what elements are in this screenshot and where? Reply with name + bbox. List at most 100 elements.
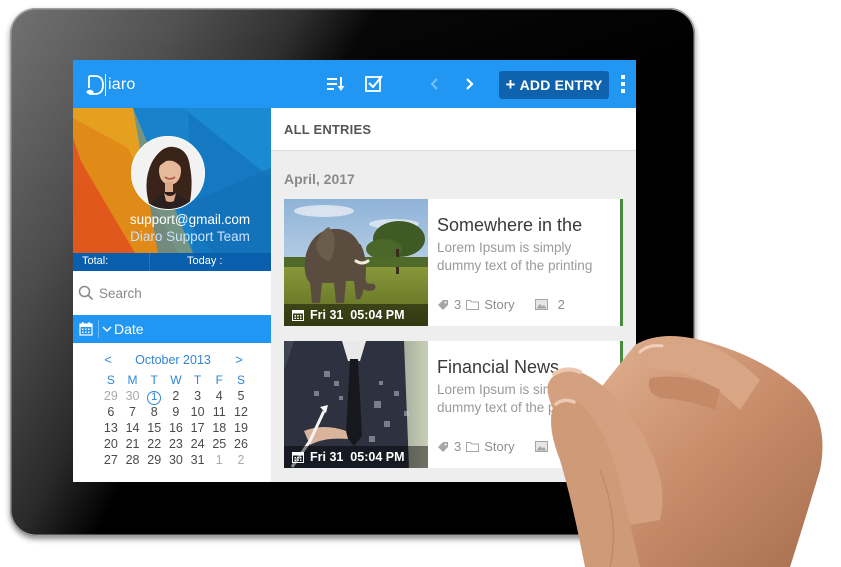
user-avatar[interactable] [131, 136, 205, 210]
plus-icon: + [505, 75, 516, 94]
entry-description-line: Lorem Ipsum is simply [437, 240, 572, 255]
calendar-day[interactable]: 6 [100, 404, 122, 420]
date-filter-label: Date [114, 321, 144, 337]
total-label: Total: [82, 255, 109, 267]
search-input[interactable]: Search [73, 271, 271, 315]
calendar-day[interactable]: 11 [208, 404, 230, 420]
calendar-widget: < October 2013 > S M T W T F S 29 30 1 2 3 4 5 6 7 8 9 10 1… [73, 343, 271, 482]
date-filter-toggle[interactable]: Date [73, 315, 271, 343]
entry-meta: 3 Story 2 [437, 439, 565, 454]
calendar-day[interactable]: 5 [230, 388, 252, 404]
app-logo[interactable]: iaro [85, 72, 135, 98]
calendar-day[interactable]: 16 [165, 420, 187, 436]
entry-description: Lorem Ipsum is simply dummy text of the … [437, 239, 622, 275]
calendar-day[interactable]: 29 [100, 388, 122, 404]
calendar-day[interactable]: 24 [187, 436, 209, 452]
calendar-day[interactable]: 18 [208, 420, 230, 436]
more-vertical-icon-dot [621, 75, 625, 79]
calendar-week-row: 20 21 22 23 24 25 26 [100, 436, 260, 452]
calendar-next-month-button[interactable]: > [232, 352, 246, 367]
stats-divider [149, 253, 150, 271]
more-vertical-icon-dot [621, 82, 625, 86]
calendar-weekday-label: M [127, 373, 138, 387]
profile-header: support@gmail.com Diaro Support Team [73, 108, 271, 253]
multi-select-button[interactable] [363, 73, 385, 95]
calendar-day[interactable]: 21 [122, 436, 144, 452]
entry-card[interactable]: Fri 31 05:04 PM Somewhere in the Lorem I… [284, 199, 623, 326]
entry-folder: Story [484, 297, 515, 312]
calendar-day-today[interactable]: 1 [143, 388, 165, 405]
chevron-right-icon [466, 78, 474, 90]
calendar-day[interactable]: 10 [187, 404, 209, 420]
calendar-day[interactable]: 30 [122, 388, 144, 404]
calendar-day[interactable]: 3 [187, 388, 209, 404]
tag-icon [438, 299, 448, 310]
checkbox-icon [365, 75, 383, 92]
entry-image: Fri 31 05:04 PM [284, 199, 428, 326]
calendar-day[interactable]: 14 [122, 420, 144, 436]
calendar-day[interactable]: 4 [208, 388, 230, 404]
photo-icon [534, 441, 548, 452]
today-label: Today : [187, 255, 223, 267]
calendar-day[interactable]: 28 [122, 452, 144, 468]
calendar-week-row: 13 14 15 16 17 18 19 [100, 420, 260, 436]
calendar-prev-month-button[interactable]: < [101, 352, 115, 367]
entry-date-overlay: Fri 31 05:04 PM [284, 304, 428, 326]
calendar-day[interactable]: 25 [208, 436, 230, 452]
entry-description: Lorem Ipsum is simply dummy text of the … [437, 381, 622, 417]
sort-icon [327, 77, 345, 91]
entry-date-overlay: Fri 31 05:04 PM [284, 446, 428, 468]
calendar-day[interactable]: 8 [143, 404, 165, 420]
calendar-day[interactable]: 7 [122, 404, 144, 420]
calendar-weekday-label: F [215, 373, 223, 387]
calendar-day[interactable]: 20 [100, 436, 122, 452]
sort-button[interactable] [325, 73, 347, 95]
user-team-name: Diaro Support Team [130, 229, 250, 244]
add-entry-button[interactable]: + ADD ENTRY [499, 71, 609, 99]
next-button[interactable] [459, 73, 481, 95]
calendar-day[interactable]: 9 [165, 404, 187, 420]
calendar-weekday-label: W [170, 373, 182, 387]
calendar-weekday-label: T [150, 373, 158, 387]
calendar-day[interactable]: 1 [208, 452, 230, 468]
calendar-header: < October 2013 > [73, 352, 271, 368]
chevron-down-icon [102, 326, 112, 333]
calendar-weekday-row: SMTWTFS [100, 372, 260, 388]
calendar-icon [79, 322, 93, 336]
diaro-logo-icon [86, 74, 106, 96]
calendar-week-row: 29 30 1 2 3 4 5 [100, 388, 260, 405]
search-placeholder: Search [99, 285, 142, 301]
user-email: support@gmail.com [129, 212, 251, 227]
calendar-day[interactable]: 22 [143, 436, 165, 452]
calendar-day[interactable]: 26 [230, 436, 252, 452]
entry-date: Fri 31 05:04 PM [310, 308, 405, 322]
month-group-label: April, 2017 [284, 171, 355, 187]
calendar-day[interactable]: 23 [165, 436, 187, 452]
entry-description-line: dummy text of the printing [437, 258, 593, 273]
calendar-day[interactable]: 31 [187, 452, 209, 468]
calendar-day[interactable]: 2 [230, 452, 252, 468]
calendar-day[interactable]: 17 [187, 420, 209, 436]
calendar-day[interactable]: 19 [230, 420, 252, 436]
more-options-button[interactable] [618, 75, 628, 97]
calendar-weekday-label: S [236, 373, 245, 387]
calendar-day[interactable]: 12 [230, 404, 252, 420]
calendar-day[interactable]: 30 [165, 452, 187, 468]
calendar-day[interactable]: 15 [143, 420, 165, 436]
calendar-day[interactable]: 29 [143, 452, 165, 468]
top-app-bar: iaro + ADD ENTRY [73, 60, 636, 108]
previous-button[interactable] [423, 73, 445, 95]
entries-panel: ALL ENTRIES April, 2017 Fri 31 05:04 PM … [271, 108, 636, 482]
calendar-day[interactable]: 27 [100, 452, 122, 468]
search-icon [78, 285, 94, 301]
entry-title: Financial News [437, 357, 560, 377]
sidebar: support@gmail.com Diaro Support Team Tot… [73, 108, 271, 482]
entry-photo-count: 2 [557, 297, 565, 312]
folder-icon [466, 442, 480, 452]
calendar-day[interactable]: 2 [165, 388, 187, 404]
calendar-day[interactable]: 13 [100, 420, 122, 436]
entry-tag-count: 3 [454, 297, 462, 312]
date-filter-separator [98, 320, 99, 338]
calendar-weekday-label: T [193, 373, 202, 387]
entry-card[interactable]: Fri 31 05:04 PM Financial News Lorem Ips… [284, 341, 623, 468]
